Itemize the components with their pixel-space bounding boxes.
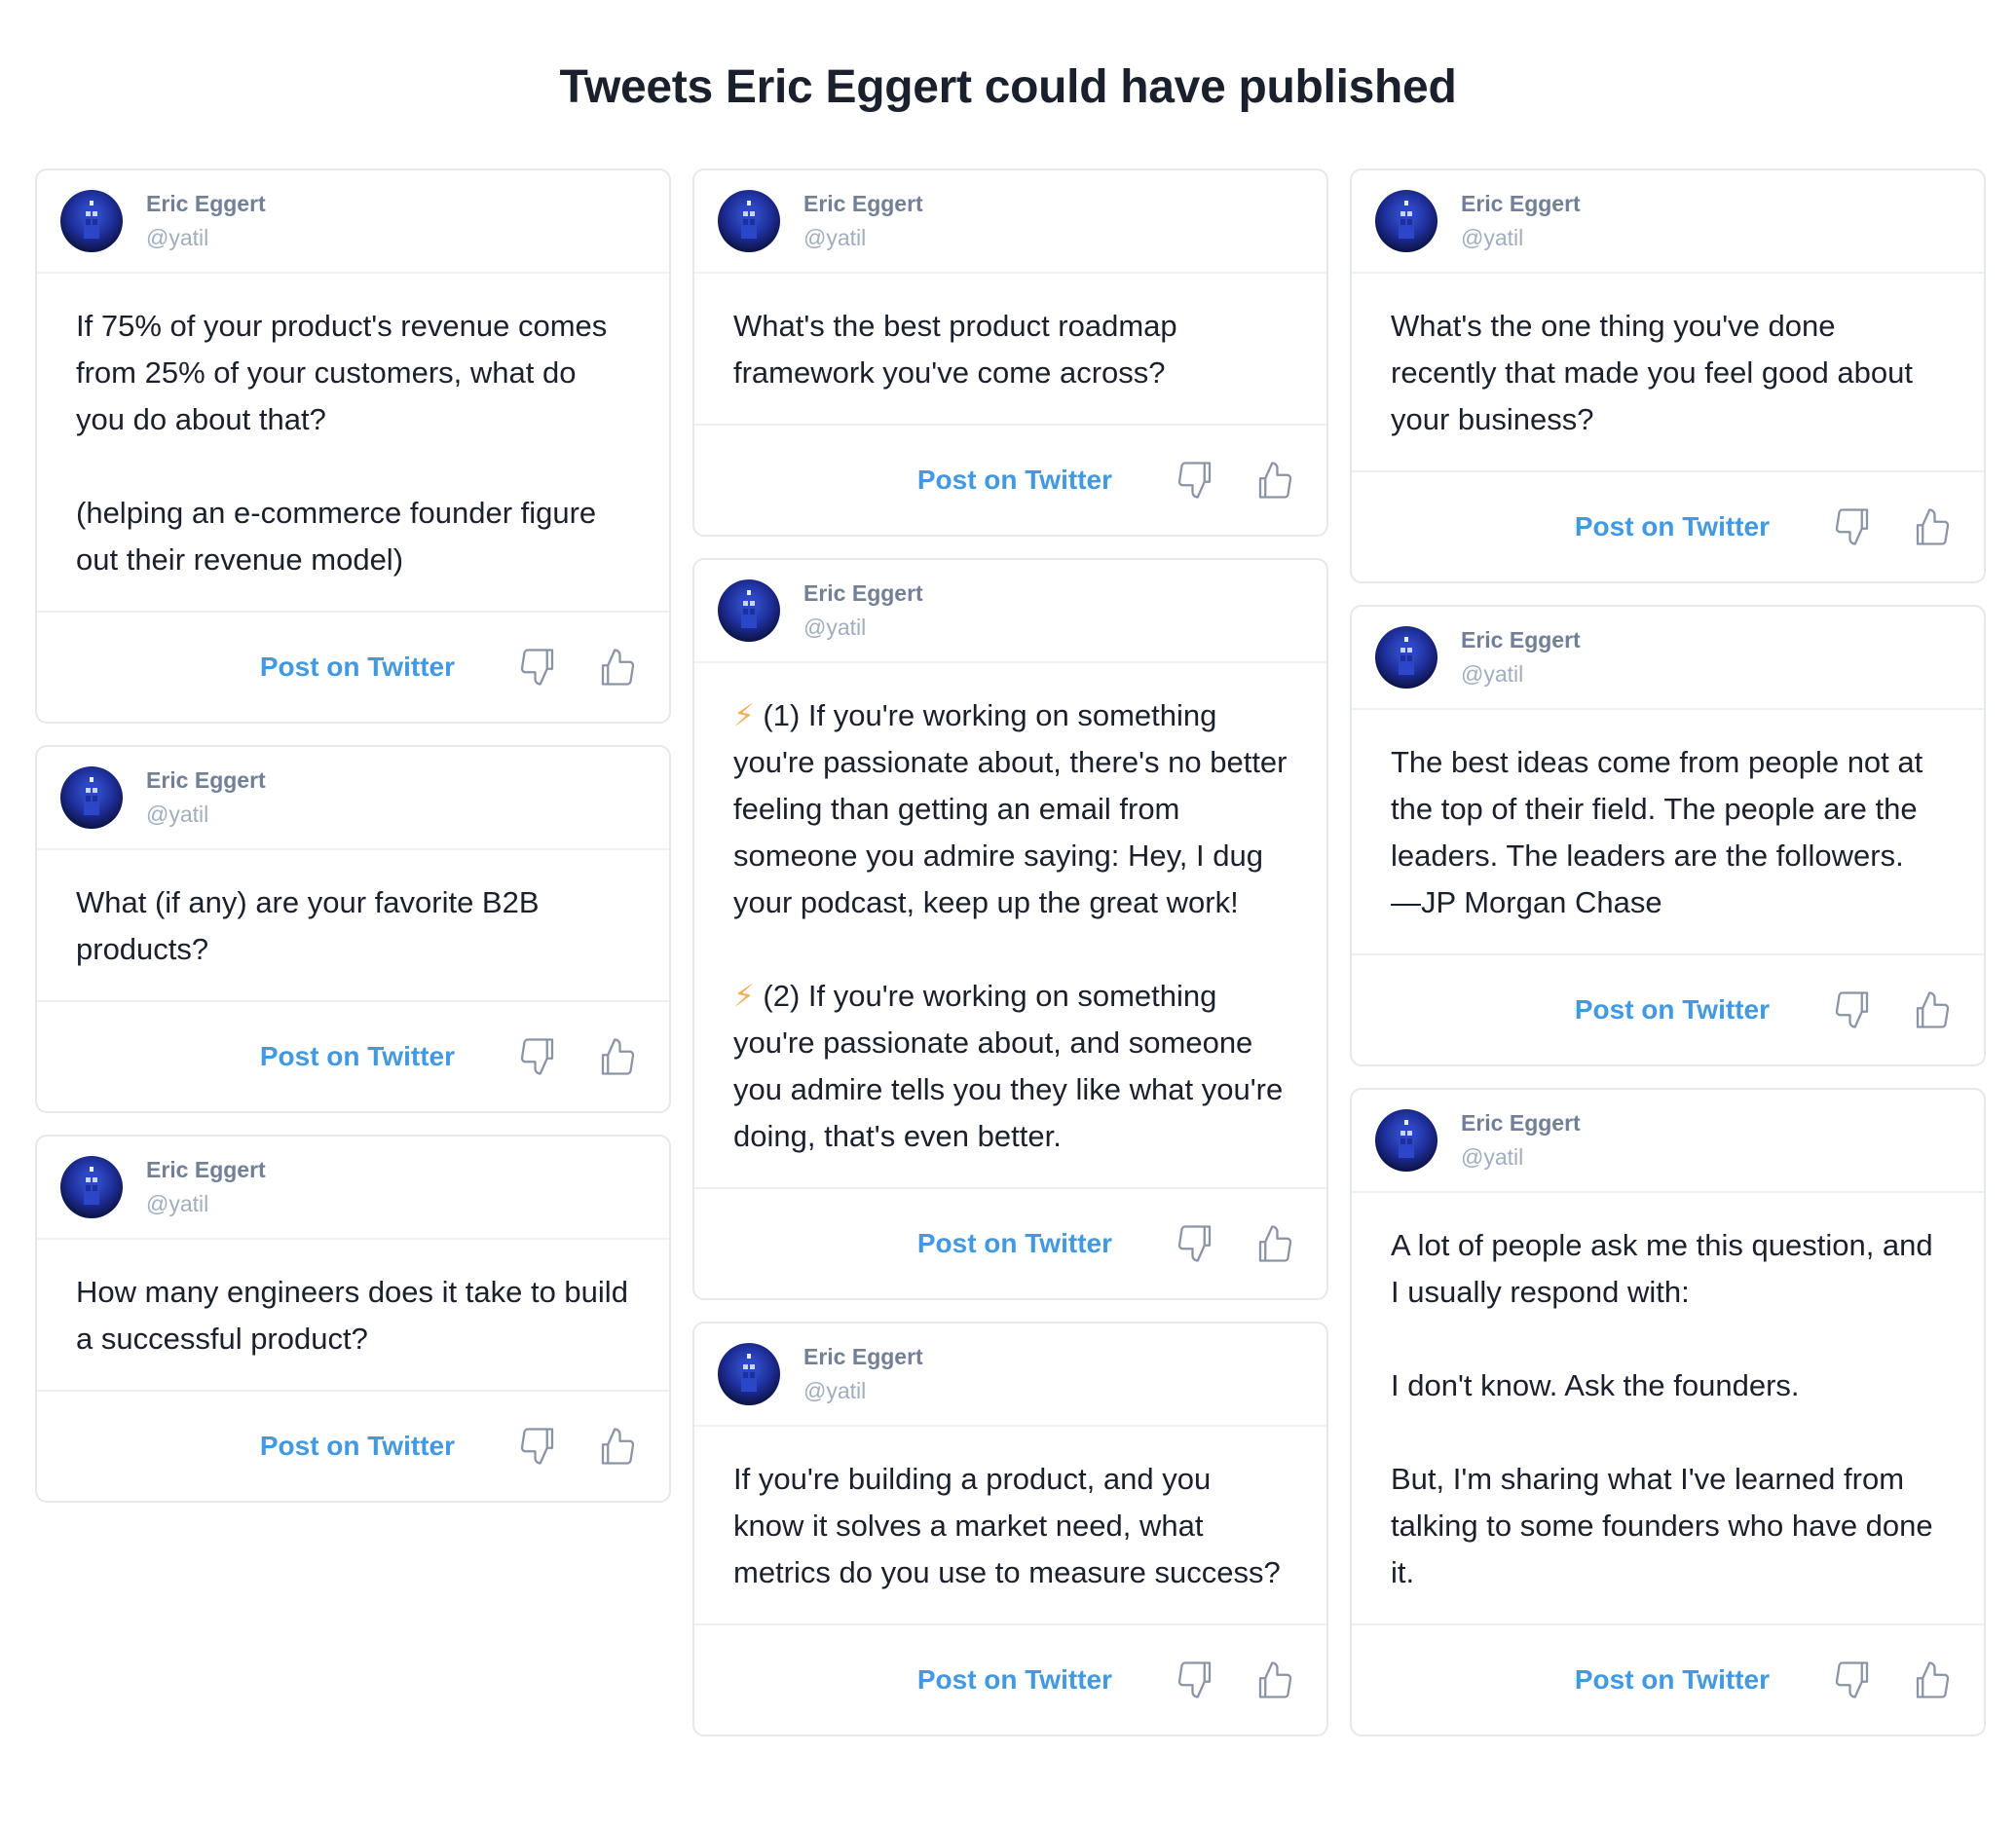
lightning-icon: ⚡ xyxy=(733,698,755,732)
tweet-card: Eric Eggert @yatil What (if any) are you… xyxy=(35,745,671,1113)
post-on-twitter-button[interactable]: Post on Twitter xyxy=(917,465,1112,496)
tweet-header: Eric Eggert @yatil xyxy=(37,1137,669,1240)
lightning-icon: ⚡ xyxy=(733,979,755,1013)
author-handle: @yatil xyxy=(1461,225,1524,250)
tweet-header: Eric Eggert @yatil xyxy=(1352,607,1984,710)
post-on-twitter-button[interactable]: Post on Twitter xyxy=(1575,994,1770,1025)
author-name: Eric Eggert xyxy=(803,191,923,216)
tweet-actions: Post on Twitter xyxy=(694,1625,1326,1734)
tweet-text: If 75% of your product's revenue comes f… xyxy=(37,274,669,613)
column-3: Eric Eggert @yatil What's the one thing … xyxy=(1350,168,1986,1736)
thumbs-down-icon[interactable] xyxy=(1175,459,1217,502)
tweet-text: What (if any) are your favorite B2B prod… xyxy=(37,850,669,1002)
tweet-card: Eric Eggert @yatil What's the best produ… xyxy=(692,168,1328,537)
thumbs-up-icon[interactable] xyxy=(595,646,638,689)
tweet-header: Eric Eggert @yatil xyxy=(37,170,669,274)
tweet-actions: Post on Twitter xyxy=(1352,1625,1984,1734)
tweet-actions: Post on Twitter xyxy=(694,1189,1326,1298)
tweet-header: Eric Eggert @yatil xyxy=(1352,1090,1984,1193)
author-name: Eric Eggert xyxy=(1461,627,1581,652)
tweet-actions: Post on Twitter xyxy=(37,1002,669,1111)
thumbs-down-icon[interactable] xyxy=(1832,988,1875,1031)
thumbs-up-icon[interactable] xyxy=(1252,1659,1295,1701)
author-handle: @yatil xyxy=(803,225,867,250)
post-on-twitter-button[interactable]: Post on Twitter xyxy=(917,1664,1112,1696)
author-handle: @yatil xyxy=(1461,1144,1524,1170)
post-on-twitter-button[interactable]: Post on Twitter xyxy=(260,1431,455,1462)
tweet-paragraph: (1) If you're working on something you'r… xyxy=(733,698,1288,919)
author-handle: @yatil xyxy=(146,1191,209,1216)
tweet-card: Eric Eggert @yatil How many engineers do… xyxy=(35,1135,671,1503)
post-on-twitter-button[interactable]: Post on Twitter xyxy=(260,1041,455,1072)
tweet-card: Eric Eggert @yatil The best ideas come f… xyxy=(1350,605,1986,1066)
tweet-card: Eric Eggert @yatil If you're building a … xyxy=(692,1322,1328,1736)
author-handle: @yatil xyxy=(803,615,867,640)
post-on-twitter-button[interactable]: Post on Twitter xyxy=(917,1228,1112,1259)
tweet-paragraph: (2) If you're working on something you'r… xyxy=(733,979,1284,1153)
post-on-twitter-button[interactable]: Post on Twitter xyxy=(260,652,455,683)
tweet-text: The best ideas come from people not at t… xyxy=(1352,710,1984,955)
author-handle: @yatil xyxy=(146,225,209,250)
thumbs-down-icon[interactable] xyxy=(517,1035,560,1078)
thumbs-down-icon[interactable] xyxy=(1832,1659,1875,1701)
thumbs-down-icon[interactable] xyxy=(1175,1222,1217,1265)
avatar xyxy=(60,190,123,252)
tweet-text: What's the one thing you've done recentl… xyxy=(1352,274,1984,472)
author-handle: @yatil xyxy=(1461,661,1524,687)
avatar xyxy=(1375,626,1437,689)
post-on-twitter-button[interactable]: Post on Twitter xyxy=(1575,511,1770,542)
author-name: Eric Eggert xyxy=(146,767,266,793)
author-name: Eric Eggert xyxy=(1461,191,1581,216)
thumbs-up-icon[interactable] xyxy=(1910,1659,1953,1701)
post-on-twitter-button[interactable]: Post on Twitter xyxy=(1575,1664,1770,1696)
tweet-card: Eric Eggert @yatil What's the one thing … xyxy=(1350,168,1986,583)
tweet-card: Eric Eggert @yatil A lot of people ask m… xyxy=(1350,1088,1986,1736)
thumbs-down-icon[interactable] xyxy=(1832,505,1875,548)
avatar xyxy=(718,190,780,252)
thumbs-down-icon[interactable] xyxy=(517,646,560,689)
thumbs-up-icon[interactable] xyxy=(595,1035,638,1078)
tweet-card: Eric Eggert @yatil If 75% of your produc… xyxy=(35,168,671,724)
column-1: Eric Eggert @yatil If 75% of your produc… xyxy=(35,168,671,1503)
tweet-actions: Post on Twitter xyxy=(1352,955,1984,1064)
thumbs-up-icon[interactable] xyxy=(1910,988,1953,1031)
tweet-text: What's the best product roadmap framewor… xyxy=(694,274,1326,426)
thumbs-up-icon[interactable] xyxy=(1252,1222,1295,1265)
avatar xyxy=(60,766,123,829)
tweet-text: How many engineers does it take to build… xyxy=(37,1240,669,1392)
tweet-header: Eric Eggert @yatil xyxy=(694,560,1326,663)
thumbs-down-icon[interactable] xyxy=(1175,1659,1217,1701)
thumbs-up-icon[interactable] xyxy=(1910,505,1953,548)
avatar xyxy=(60,1156,123,1218)
author-handle: @yatil xyxy=(146,802,209,827)
thumbs-up-icon[interactable] xyxy=(595,1425,638,1468)
avatar xyxy=(1375,190,1437,252)
tweet-text: If you're building a product, and you kn… xyxy=(694,1427,1326,1625)
author-handle: @yatil xyxy=(803,1378,867,1403)
author-name: Eric Eggert xyxy=(146,1157,266,1182)
tweet-header: Eric Eggert @yatil xyxy=(37,747,669,850)
avatar xyxy=(718,579,780,642)
tweet-header: Eric Eggert @yatil xyxy=(694,170,1326,274)
tweet-text: ⚡ (1) If you're working on something you… xyxy=(694,663,1326,1189)
tweet-actions: Post on Twitter xyxy=(1352,472,1984,581)
tweet-header: Eric Eggert @yatil xyxy=(1352,170,1984,274)
tweet-header: Eric Eggert @yatil xyxy=(694,1324,1326,1427)
thumbs-up-icon[interactable] xyxy=(1252,459,1295,502)
author-name: Eric Eggert xyxy=(146,191,266,216)
thumbs-down-icon[interactable] xyxy=(517,1425,560,1468)
avatar xyxy=(1375,1109,1437,1172)
avatar xyxy=(718,1343,780,1405)
author-name: Eric Eggert xyxy=(803,1344,923,1369)
tweet-actions: Post on Twitter xyxy=(37,613,669,722)
author-name: Eric Eggert xyxy=(1461,1110,1581,1136)
column-2: Eric Eggert @yatil What's the best produ… xyxy=(692,168,1328,1736)
tweet-actions: Post on Twitter xyxy=(37,1392,669,1501)
author-name: Eric Eggert xyxy=(803,580,923,606)
tweet-actions: Post on Twitter xyxy=(694,426,1326,535)
page-title: Tweets Eric Eggert could have published xyxy=(559,61,1457,113)
tweet-card: Eric Eggert @yatil ⚡ (1) If you're worki… xyxy=(692,558,1328,1300)
tweet-text: A lot of people ask me this question, an… xyxy=(1352,1193,1984,1625)
